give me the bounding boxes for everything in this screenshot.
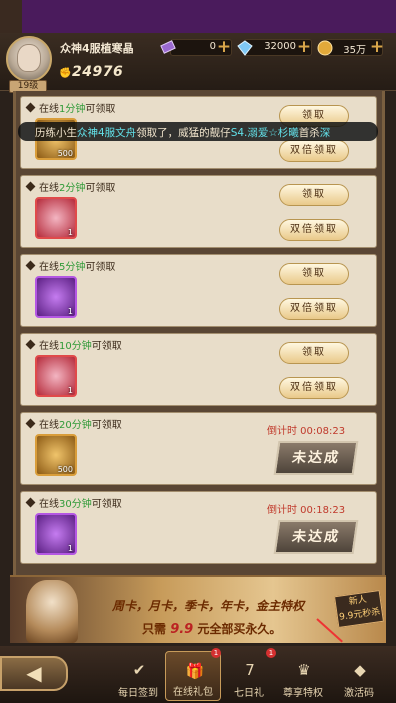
purple-band [22, 0, 396, 33]
calendar-check-icon: ✔ [132, 661, 146, 679]
not-reached-button: 未达成 [273, 520, 359, 554]
gold-plus-button[interactable]: + [369, 38, 385, 56]
nav-label: 每日签到 [118, 688, 158, 699]
promo-line-2: 只需 9.9 元全部买永久。 [142, 622, 282, 637]
double-claim-button[interactable]: 双倍领取 [279, 219, 349, 241]
reward-card-5min: 在线5分钟可领取 1 领取 双倍领取 [20, 254, 377, 327]
countdown-timer: 倒计时 00:18:23 [267, 505, 346, 516]
power-value: 24976 [72, 64, 124, 80]
notification-badge: 1 [211, 648, 221, 658]
reward-count: 1 [67, 228, 73, 237]
nav-label: 尊享特权 [283, 688, 323, 699]
reward-count: 1 [67, 386, 73, 395]
player-name: 众神4服植寒晶 [60, 42, 134, 55]
flash-sale-badge[interactable]: 新人 9.9元秒杀 [333, 589, 385, 629]
armor-chest-icon[interactable]: 1 [35, 513, 77, 555]
reward-count: 1 [67, 544, 73, 553]
promo-line-1: 周卡，月卡，季卡，年卡，金主特权 [112, 599, 305, 613]
reward-card-title: 在线5分钟可领取 [25, 258, 115, 273]
activation-code-icon: ◆ [354, 661, 366, 679]
nav-privilege[interactable]: ♛ 尊享特权 [275, 651, 331, 701]
power-fist-icon: ✊ [59, 68, 72, 79]
reward-card-title: 在线20分钟可领取 [25, 416, 122, 431]
reward-card-20min: 在线20分钟可领取 500 倒计时 00:08:23 未达成 [20, 412, 377, 485]
gold-coin-icon [317, 40, 333, 56]
gift-box-icon: 🎁 [185, 662, 205, 680]
diamond-value: 32000 [264, 41, 296, 52]
claim-button[interactable]: 领取 [279, 263, 349, 285]
reward-card-2min: 在线2分钟可领取 1 领取 双倍领取 [20, 175, 377, 248]
back-button[interactable]: ◀ [0, 656, 68, 691]
bullet-diamond-icon [25, 497, 36, 508]
reward-count: 500 [57, 149, 73, 158]
not-reached-button: 未达成 [273, 441, 359, 475]
nav-seven-day-gift[interactable]: 7 七日礼 [221, 651, 277, 701]
claim-button[interactable]: 领取 [279, 184, 349, 206]
nav-activation-code[interactable]: ◆ 激活码 [331, 651, 387, 701]
avatar-face-icon [17, 44, 41, 72]
reward-card-10min: 在线10分钟可领取 1 领取 双倍领取 [20, 333, 377, 406]
bullet-diamond-icon [25, 181, 36, 192]
crown-privilege-icon: ♛ [297, 661, 311, 679]
double-claim-button[interactable]: 双倍领取 [279, 140, 349, 162]
treasure-bag-icon[interactable]: 500 [35, 434, 77, 476]
ticket-plus-button[interactable]: + [216, 38, 232, 56]
bullet-diamond-icon [25, 260, 36, 271]
reward-card-title: 在线30分钟可领取 [25, 495, 122, 510]
angel-heroine-icon [26, 580, 78, 643]
reward-card-title: 在线10分钟可领取 [25, 337, 122, 352]
reward-card-title: 在线2分钟可领取 [25, 179, 115, 194]
hero-portrait-icon[interactable]: 1 [35, 276, 77, 318]
nav-label: 激活码 [344, 688, 374, 699]
reward-count: 500 [57, 465, 73, 474]
reward-card-30min: 在线30分钟可领取 1 倒计时 00:18:23 未达成 [20, 491, 377, 564]
gift-card-icon[interactable]: 1 [35, 197, 77, 239]
ticket-value: 0 [209, 41, 216, 52]
claim-button[interactable]: 领取 [279, 342, 349, 364]
broadcast-text: 历练小生众神4服文舟领取了，威猛的靓仔S4.溺爱☆杉曦首杀深 [35, 127, 331, 139]
double-claim-button[interactable]: 双倍领取 [279, 298, 349, 320]
reward-count: 1 [67, 307, 73, 316]
item-pouch-icon[interactable]: 1 [35, 355, 77, 397]
nav-label: 在线礼包 [173, 687, 213, 698]
countdown-timer: 倒计时 00:08:23 [267, 426, 346, 437]
calendar-seven-icon: 7 [245, 661, 255, 679]
bullet-diamond-icon [25, 102, 36, 113]
gold-value: 35万 [343, 45, 366, 56]
diamond-icon [237, 40, 253, 56]
diamond-plus-button[interactable]: + [296, 38, 312, 56]
double-claim-button[interactable]: 双倍领取 [279, 377, 349, 399]
bullet-diamond-icon [25, 339, 36, 350]
nav-label: 七日礼 [234, 688, 264, 699]
reward-card-title: 在线1分钟可领取 [25, 100, 115, 115]
nav-daily-sign-in[interactable]: ✔ 每日签到 [110, 651, 166, 701]
bullet-diamond-icon [25, 418, 36, 429]
ticket-icon [160, 40, 176, 54]
nav-online-gift[interactable]: 🎁 在线礼包 [165, 651, 221, 701]
